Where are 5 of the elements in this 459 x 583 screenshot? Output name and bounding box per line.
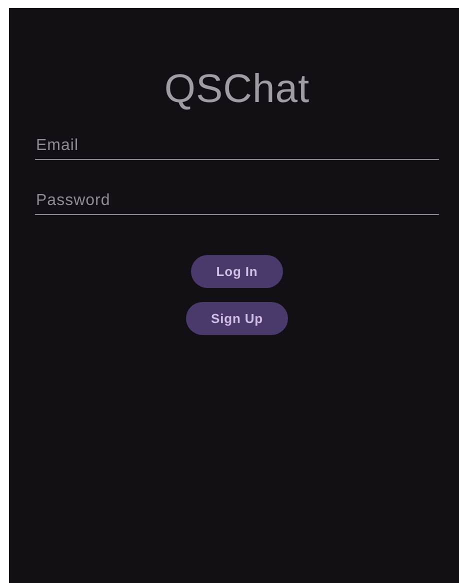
password-field[interactable]: Password <box>35 190 439 215</box>
signup-button[interactable]: Sign Up <box>186 302 288 335</box>
app-title: QSChat <box>164 66 310 112</box>
login-button[interactable]: Log In <box>191 255 283 288</box>
email-field[interactable]: Email <box>35 135 439 160</box>
